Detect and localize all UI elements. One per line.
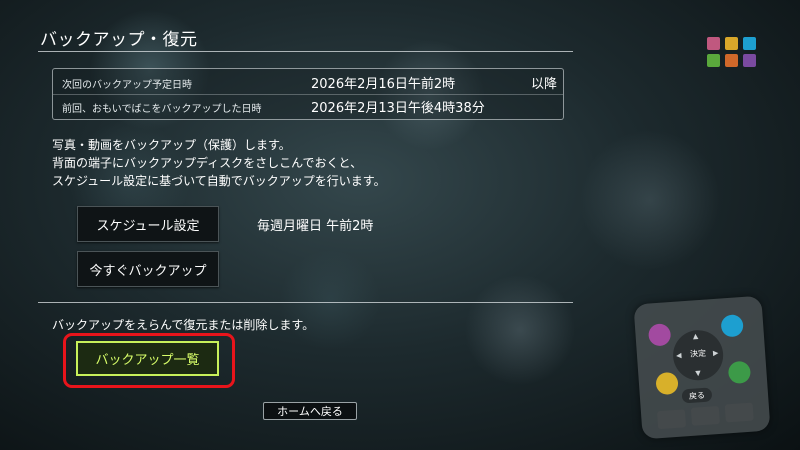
- remote-color-button-icon: [655, 371, 679, 396]
- backup-schedule-info: 次回のバックアップ予定日時 2026年2月16日午前2時 以降 前回、おもいでば…: [52, 68, 564, 120]
- schedule-value: 毎週月曜日 午前2時: [257, 219, 374, 234]
- remote-color-button-icon: [720, 314, 744, 338]
- title-divider: [38, 51, 573, 52]
- backup-list-button[interactable]: バックアップ一覧: [76, 341, 219, 376]
- remote-key-icon: [656, 409, 687, 430]
- color-square-icon: [743, 54, 756, 67]
- arrow-up-icon: ▲: [692, 332, 699, 341]
- info-divider: [53, 94, 563, 95]
- dpad-icon: ▲ ▼ ◀ ▶ 決定: [671, 328, 725, 382]
- color-square-icon: [707, 54, 720, 67]
- next-backup-suffix: 以降: [531, 77, 558, 92]
- color-square-icon: [725, 37, 738, 50]
- restore-description: バックアップをえらんで復元または削除します。: [52, 318, 315, 332]
- section-divider: [38, 302, 573, 303]
- arrow-right-icon: ▶: [712, 348, 719, 358]
- remote-key-icon: [690, 405, 720, 426]
- remote-key-icon: [724, 402, 754, 423]
- page-title: バックアップ・復元: [40, 30, 198, 50]
- schedule-settings-button[interactable]: スケジュール設定: [77, 206, 219, 242]
- backup-description: 写真・動画をバックアップ（保護）します。 背面の端子にバックアップディスクをさし…: [52, 136, 386, 190]
- description-line: 背面の端子にバックアップディスクをさしこんでおくと、: [52, 156, 363, 170]
- last-backup-value: 2026年2月13日午後4時38分: [311, 101, 485, 116]
- remote-color-button-icon: [727, 360, 752, 385]
- last-backup-label: 前回、おもいでばこをバックアップした日時: [62, 104, 262, 115]
- color-grid-icon: [707, 37, 761, 73]
- next-backup-value: 2026年2月16日午前2時: [311, 77, 456, 92]
- backup-now-button[interactable]: 今すぐバックアップ: [77, 251, 219, 287]
- color-square-icon: [707, 37, 720, 50]
- color-square-icon: [743, 37, 756, 50]
- home-button[interactable]: ホームへ戻る: [263, 402, 357, 420]
- next-backup-label: 次回のバックアップ予定日時: [62, 80, 192, 91]
- enter-label: 決定: [689, 348, 707, 359]
- color-square-icon: [725, 54, 738, 67]
- description-line: スケジュール設定に基づいて自動でバックアップを行います。: [52, 174, 386, 188]
- arrow-left-icon: ◀: [675, 351, 682, 360]
- description-line: 写真・動画をバックアップ（保護）します。: [52, 138, 291, 152]
- arrow-down-icon: ▼: [695, 369, 702, 378]
- back-label: 戻る: [681, 387, 713, 404]
- remote-color-button-icon: [647, 323, 672, 347]
- remote-control-icon: ▲ ▼ ◀ ▶ 決定 戻る: [633, 295, 771, 440]
